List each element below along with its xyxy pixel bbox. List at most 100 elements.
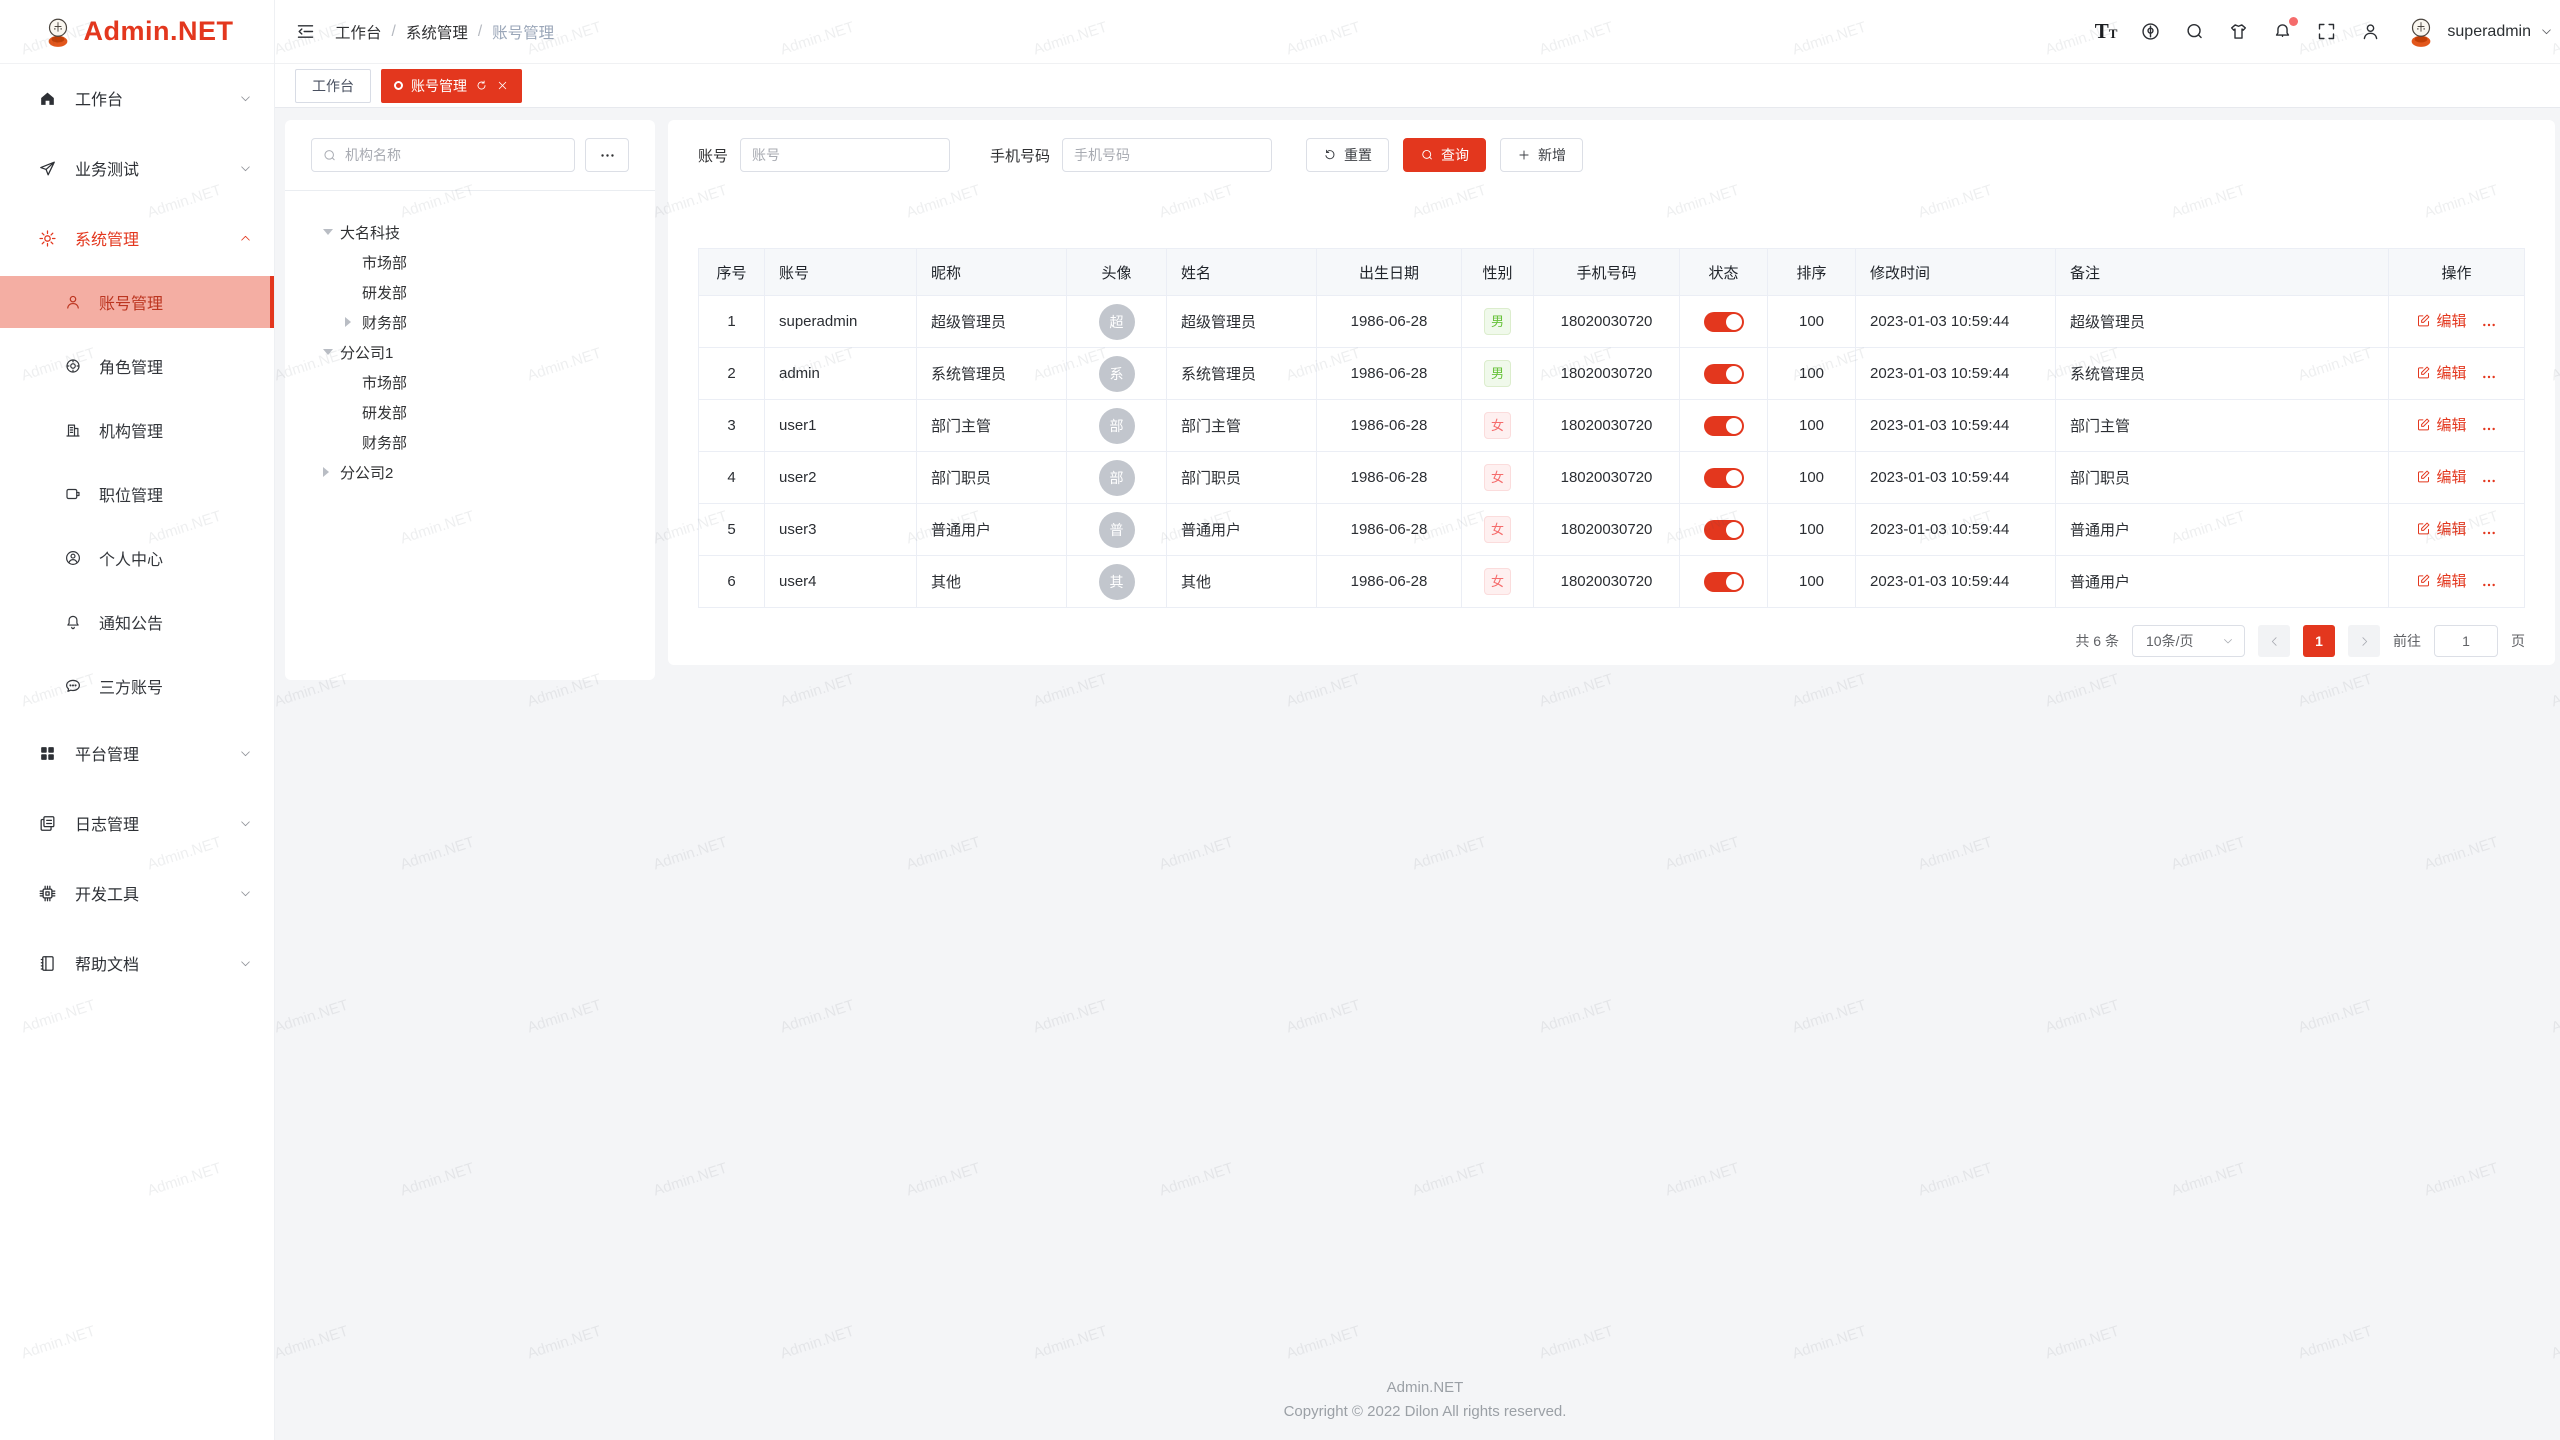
org-search-input[interactable]	[345, 147, 564, 163]
page-size-select[interactable]: 10条/页	[2132, 625, 2245, 657]
cell-account: superadmin	[765, 296, 917, 348]
prev-page-button[interactable]	[2258, 625, 2290, 657]
sidebar-item-label: 业务测试	[75, 156, 239, 180]
tree-node[interactable]: 市场部	[323, 367, 655, 397]
edit-button[interactable]: 编辑	[2416, 570, 2466, 591]
caret-down-icon[interactable]	[323, 349, 340, 355]
user-settings-button[interactable]	[2360, 21, 2381, 42]
sidebar-item-business-test[interactable]: 业务测试	[0, 140, 274, 196]
edit-button[interactable]: 编辑	[2416, 466, 2466, 487]
cell-birth: 1986-06-28	[1317, 556, 1462, 608]
account-filter-input[interactable]	[740, 138, 950, 172]
refresh-icon[interactable]	[475, 79, 488, 92]
sidebar-item-dev-tools[interactable]: 开发工具	[0, 865, 274, 921]
language-button[interactable]	[2140, 21, 2161, 42]
tree-node[interactable]: 市场部	[323, 247, 655, 277]
gender-badge: 男	[1484, 308, 1511, 335]
cell-modified: 2023-01-03 10:59:44	[1856, 400, 2056, 452]
edit-button[interactable]: 编辑	[2416, 310, 2466, 331]
tree-node[interactable]: 财务部	[323, 427, 655, 457]
sidebar-item-system-management[interactable]: 系统管理	[0, 210, 274, 266]
user-table: 序号账号昵称头像姓名出生日期性别手机号码状态排序修改时间备注操作1superad…	[698, 248, 2525, 608]
status-toggle[interactable]	[1704, 312, 1744, 332]
sidebar-item-label: 职位管理	[99, 482, 163, 506]
cell-index: 5	[699, 504, 765, 556]
caret-down-icon[interactable]	[323, 229, 340, 235]
page-number-button[interactable]: 1	[2303, 625, 2335, 657]
more-actions-button[interactable]	[2481, 525, 2497, 541]
avatar: 其	[1099, 564, 1135, 600]
edit-button-label: 编辑	[2436, 466, 2466, 487]
collapse-menu-button[interactable]	[295, 21, 316, 42]
chevron-left-icon	[2268, 635, 2281, 648]
sidebar-item-help-docs[interactable]: 帮助文档	[0, 935, 274, 991]
book-icon	[38, 954, 57, 973]
status-toggle[interactable]	[1704, 364, 1744, 384]
tree-more-button[interactable]	[585, 138, 629, 172]
tree-node[interactable]: 分公司1	[323, 337, 655, 367]
breadcrumb-item[interactable]: 工作台	[335, 21, 382, 43]
more-actions-button[interactable]	[2481, 577, 2497, 593]
next-page-button[interactable]	[2348, 625, 2380, 657]
more-actions-button[interactable]	[2481, 421, 2497, 437]
tab-workbench[interactable]: 工作台	[295, 69, 371, 103]
add-button-label: 新增	[1538, 145, 1566, 165]
more-actions-button[interactable]	[2481, 317, 2497, 333]
edit-button[interactable]: 编辑	[2416, 518, 2466, 539]
status-toggle[interactable]	[1704, 572, 1744, 592]
sidebar-item-position-management[interactable]: 职位管理	[0, 468, 274, 520]
edit-button[interactable]: 编辑	[2416, 414, 2466, 435]
avatar: 部	[1099, 460, 1135, 496]
fullscreen-button[interactable]	[2316, 21, 2337, 42]
caret-right-icon[interactable]	[345, 317, 362, 327]
user-menu[interactable]: superadmin	[2404, 15, 2553, 49]
grid-icon	[38, 744, 57, 763]
position-icon	[64, 485, 82, 503]
status-toggle[interactable]	[1704, 468, 1744, 488]
tab-account-management[interactable]: 账号管理	[381, 69, 522, 103]
sidebar-item-org-management[interactable]: 机构管理	[0, 404, 274, 456]
goto-page-input[interactable]	[2434, 625, 2498, 657]
sidebar: Admin.NET 工作台 业务测试 系统管理 账号管理	[0, 0, 275, 1440]
logo-text: Admin.NET	[84, 16, 234, 47]
sidebar-item-platform-management[interactable]: 平台管理	[0, 725, 274, 781]
breadcrumb: 工作台 / 系统管理 / 账号管理	[335, 21, 554, 43]
sidebar-item-workbench[interactable]: 工作台	[0, 70, 274, 126]
edit-button[interactable]: 编辑	[2416, 362, 2466, 383]
sidebar-item-third-party-account[interactable]: 三方账号	[0, 660, 274, 712]
more-actions-button[interactable]	[2481, 369, 2497, 385]
send-icon	[38, 159, 57, 178]
breadcrumb-item[interactable]: 系统管理	[406, 21, 468, 43]
tree-node[interactable]: 财务部	[323, 307, 655, 337]
cell-order: 100	[1768, 556, 1856, 608]
sidebar-item-personal-center[interactable]: 个人中心	[0, 532, 274, 584]
main-area: 工作台 / 系统管理 / 账号管理 TT	[275, 0, 2560, 1440]
chevron-down-icon	[239, 162, 252, 175]
cell-index: 6	[699, 556, 765, 608]
sidebar-item-notice[interactable]: 通知公告	[0, 596, 274, 648]
status-toggle[interactable]	[1704, 520, 1744, 540]
sidebar-item-label: 系统管理	[75, 226, 239, 250]
status-toggle[interactable]	[1704, 416, 1744, 436]
query-button[interactable]: 查询	[1403, 138, 1486, 172]
sidebar-item-log-management[interactable]: 日志管理	[0, 795, 274, 851]
notification-button[interactable]	[2272, 21, 2293, 42]
sidebar-item-account-management[interactable]: 账号管理	[0, 276, 274, 328]
language-icon	[2140, 21, 2161, 42]
column-header: 备注	[2056, 249, 2389, 296]
tree-node[interactable]: 分公司2	[323, 457, 655, 487]
theme-button[interactable]	[2228, 21, 2249, 42]
sidebar-item-role-management[interactable]: 角色管理	[0, 340, 274, 392]
add-button[interactable]: 新增	[1500, 138, 1583, 172]
close-icon[interactable]	[496, 79, 509, 92]
tree-node[interactable]: 研发部	[323, 397, 655, 427]
tabs-bar: 工作台 账号管理	[275, 64, 2560, 108]
phone-filter-input[interactable]	[1062, 138, 1272, 172]
font-size-button[interactable]: TT	[2095, 21, 2118, 42]
tree-node[interactable]: 大名科技	[323, 217, 655, 247]
menu-search-button[interactable]	[2184, 21, 2205, 42]
tree-node[interactable]: 研发部	[323, 277, 655, 307]
more-actions-button[interactable]	[2481, 473, 2497, 489]
reset-button[interactable]: 重置	[1306, 138, 1389, 172]
caret-right-icon[interactable]	[323, 467, 340, 477]
